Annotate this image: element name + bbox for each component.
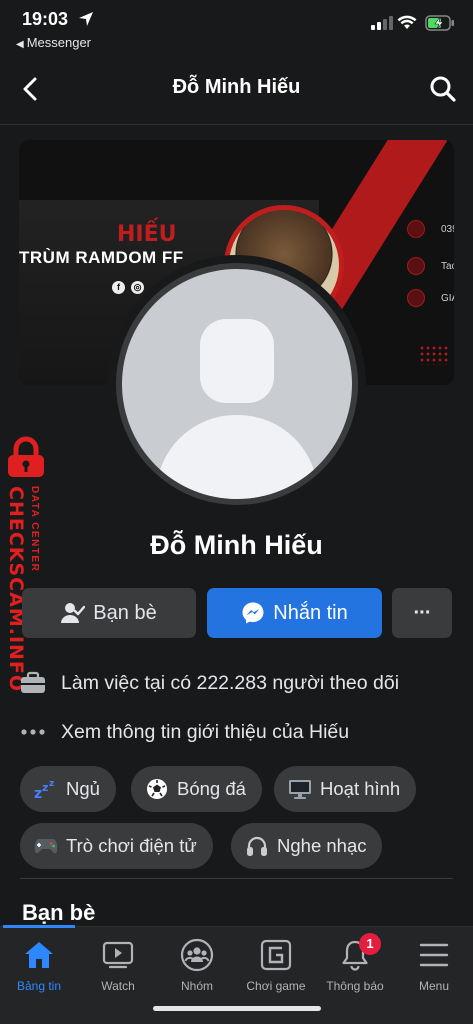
nav-item-notifications[interactable]: 1 Thông báo: [315, 933, 395, 993]
svg-text:z: z: [42, 781, 48, 794]
sleep-icon: z z z: [34, 777, 58, 801]
svg-text:z: z: [49, 779, 54, 789]
hobby-chip-soccer[interactable]: Bóng đá: [131, 766, 262, 812]
gaming-icon: [236, 937, 316, 973]
location-pin-icon: [407, 289, 425, 307]
about-info-text: Xem thông tin giới thiệu của Hiếu: [61, 720, 350, 743]
more-options-button[interactable]: ···: [392, 588, 452, 638]
soccer-ball-icon: [145, 777, 169, 801]
svg-text:z: z: [34, 786, 42, 800]
hobby-chip-animation[interactable]: Hoạt hình: [274, 766, 417, 812]
facebook-icon: f: [112, 281, 125, 294]
cover-contact-text: GIA: [441, 292, 454, 304]
profile-avatar[interactable]: [108, 255, 366, 513]
nav-item-watch[interactable]: Watch: [78, 937, 158, 993]
nav-item-gaming[interactable]: Chơi game: [236, 937, 316, 993]
nav-label: Menu: [418, 979, 450, 993]
messenger-icon: [242, 602, 264, 624]
groups-icon: [157, 937, 237, 973]
hobby-label: Ngủ: [66, 778, 100, 799]
battery-charging-icon: [425, 15, 454, 31]
section-divider: [20, 878, 453, 879]
wifi-icon: [397, 15, 417, 29]
ellipsis-icon: [20, 719, 46, 745]
lock-icon: [8, 436, 44, 477]
nav-label: Bảng tin: [16, 979, 62, 993]
notification-badge: 1: [359, 933, 381, 955]
cover-contact-name: Tao: [407, 257, 454, 275]
friends-button-label: Bạn bè: [93, 601, 157, 624]
phone-icon: [407, 220, 425, 238]
menu-icon: [394, 937, 473, 973]
tv-icon: [288, 777, 312, 801]
cover-subheading: TRÙM RAMDOM FF: [19, 248, 184, 267]
friends-button[interactable]: Bạn bè: [22, 588, 196, 638]
home-indicator: [153, 1006, 321, 1011]
hobby-chip-music[interactable]: Nghe nhạc: [231, 823, 383, 869]
work-info-row[interactable]: Làm việc tại có 222.283 người theo dõi: [20, 670, 399, 696]
nav-item-menu[interactable]: Menu: [394, 937, 473, 993]
user-icon: [407, 257, 425, 275]
nav-item-groups[interactable]: Nhóm: [157, 937, 237, 993]
top-bar-divider: [0, 124, 473, 125]
nav-label: Chơi game: [246, 979, 306, 993]
friend-check-icon: [61, 603, 86, 623]
friends-section-title: Bạn bè: [22, 900, 96, 925]
more-options-icon: ···: [413, 601, 432, 624]
headphones-icon: [245, 834, 269, 858]
nav-item-news-feed[interactable]: Bảng tin: [0, 937, 79, 993]
nav-label: Watch: [101, 979, 135, 993]
page-title: Đỗ Minh Hiếu: [172, 76, 301, 98]
instagram-icon: ◎: [131, 281, 144, 294]
avatar-border: [116, 263, 358, 505]
bell-icon: 1: [315, 933, 395, 973]
default-avatar-icon: [122, 269, 352, 499]
profile-actions: Bạn bè Nhắn tin ···: [22, 588, 452, 638]
cover-contact-text: Tao: [441, 260, 454, 272]
cover-contact-phone: 039: [407, 220, 454, 238]
cover-social-icons: f ◎: [112, 281, 144, 294]
avatar-body-shape: [156, 415, 318, 499]
hobby-chip-sleep[interactable]: z z z Ngủ: [20, 766, 116, 812]
cover-contact-location: GIA: [407, 289, 454, 307]
hobby-chip-video-games[interactable]: Trò chơi điện tử: [20, 823, 213, 869]
home-icon: [0, 937, 79, 973]
status-time: 19:03: [22, 9, 69, 29]
about-info-row[interactable]: Xem thông tin giới thiệu của Hiếu: [20, 719, 349, 745]
message-button[interactable]: Nhắn tin: [207, 588, 382, 638]
top-bar: Đỗ Minh Hiếu: [0, 62, 473, 116]
cover-heading: HIẾU: [117, 222, 177, 247]
location-arrow-icon: [79, 12, 93, 26]
profile-name: Đỗ Minh Hiếu: [150, 530, 323, 560]
back-app-label: Messenger: [26, 35, 92, 50]
nav-label: Nhóm: [180, 979, 213, 993]
back-to-app-link[interactable]: ◀ Messenger: [16, 35, 91, 50]
hobby-label: Nghe nhạc: [277, 835, 367, 856]
nav-label: Thông báo: [326, 979, 384, 993]
message-button-label: Nhắn tin: [273, 601, 348, 624]
briefcase-icon: [20, 670, 46, 696]
work-info-text: Làm việc tại có 222.283 người theo dõi: [61, 671, 400, 694]
search-icon[interactable]: [428, 74, 458, 104]
hobby-label: Bóng đá: [177, 778, 246, 799]
hobby-label: Hoạt hình: [320, 778, 401, 799]
hobby-label: Trò chơi điện tử: [66, 835, 197, 856]
cover-contact-text: 039: [441, 223, 454, 235]
nav-active-indicator: [3, 925, 75, 928]
watch-icon: [78, 937, 158, 973]
back-triangle-icon: ◀: [16, 39, 24, 50]
gamepad-icon: [34, 834, 58, 858]
avatar-head-shape: [200, 319, 274, 403]
cellular-signal-icon: [371, 16, 393, 30]
status-bar: 19:03 ◀ Messenger: [0, 0, 473, 56]
cover-dot-pattern: [419, 345, 449, 365]
